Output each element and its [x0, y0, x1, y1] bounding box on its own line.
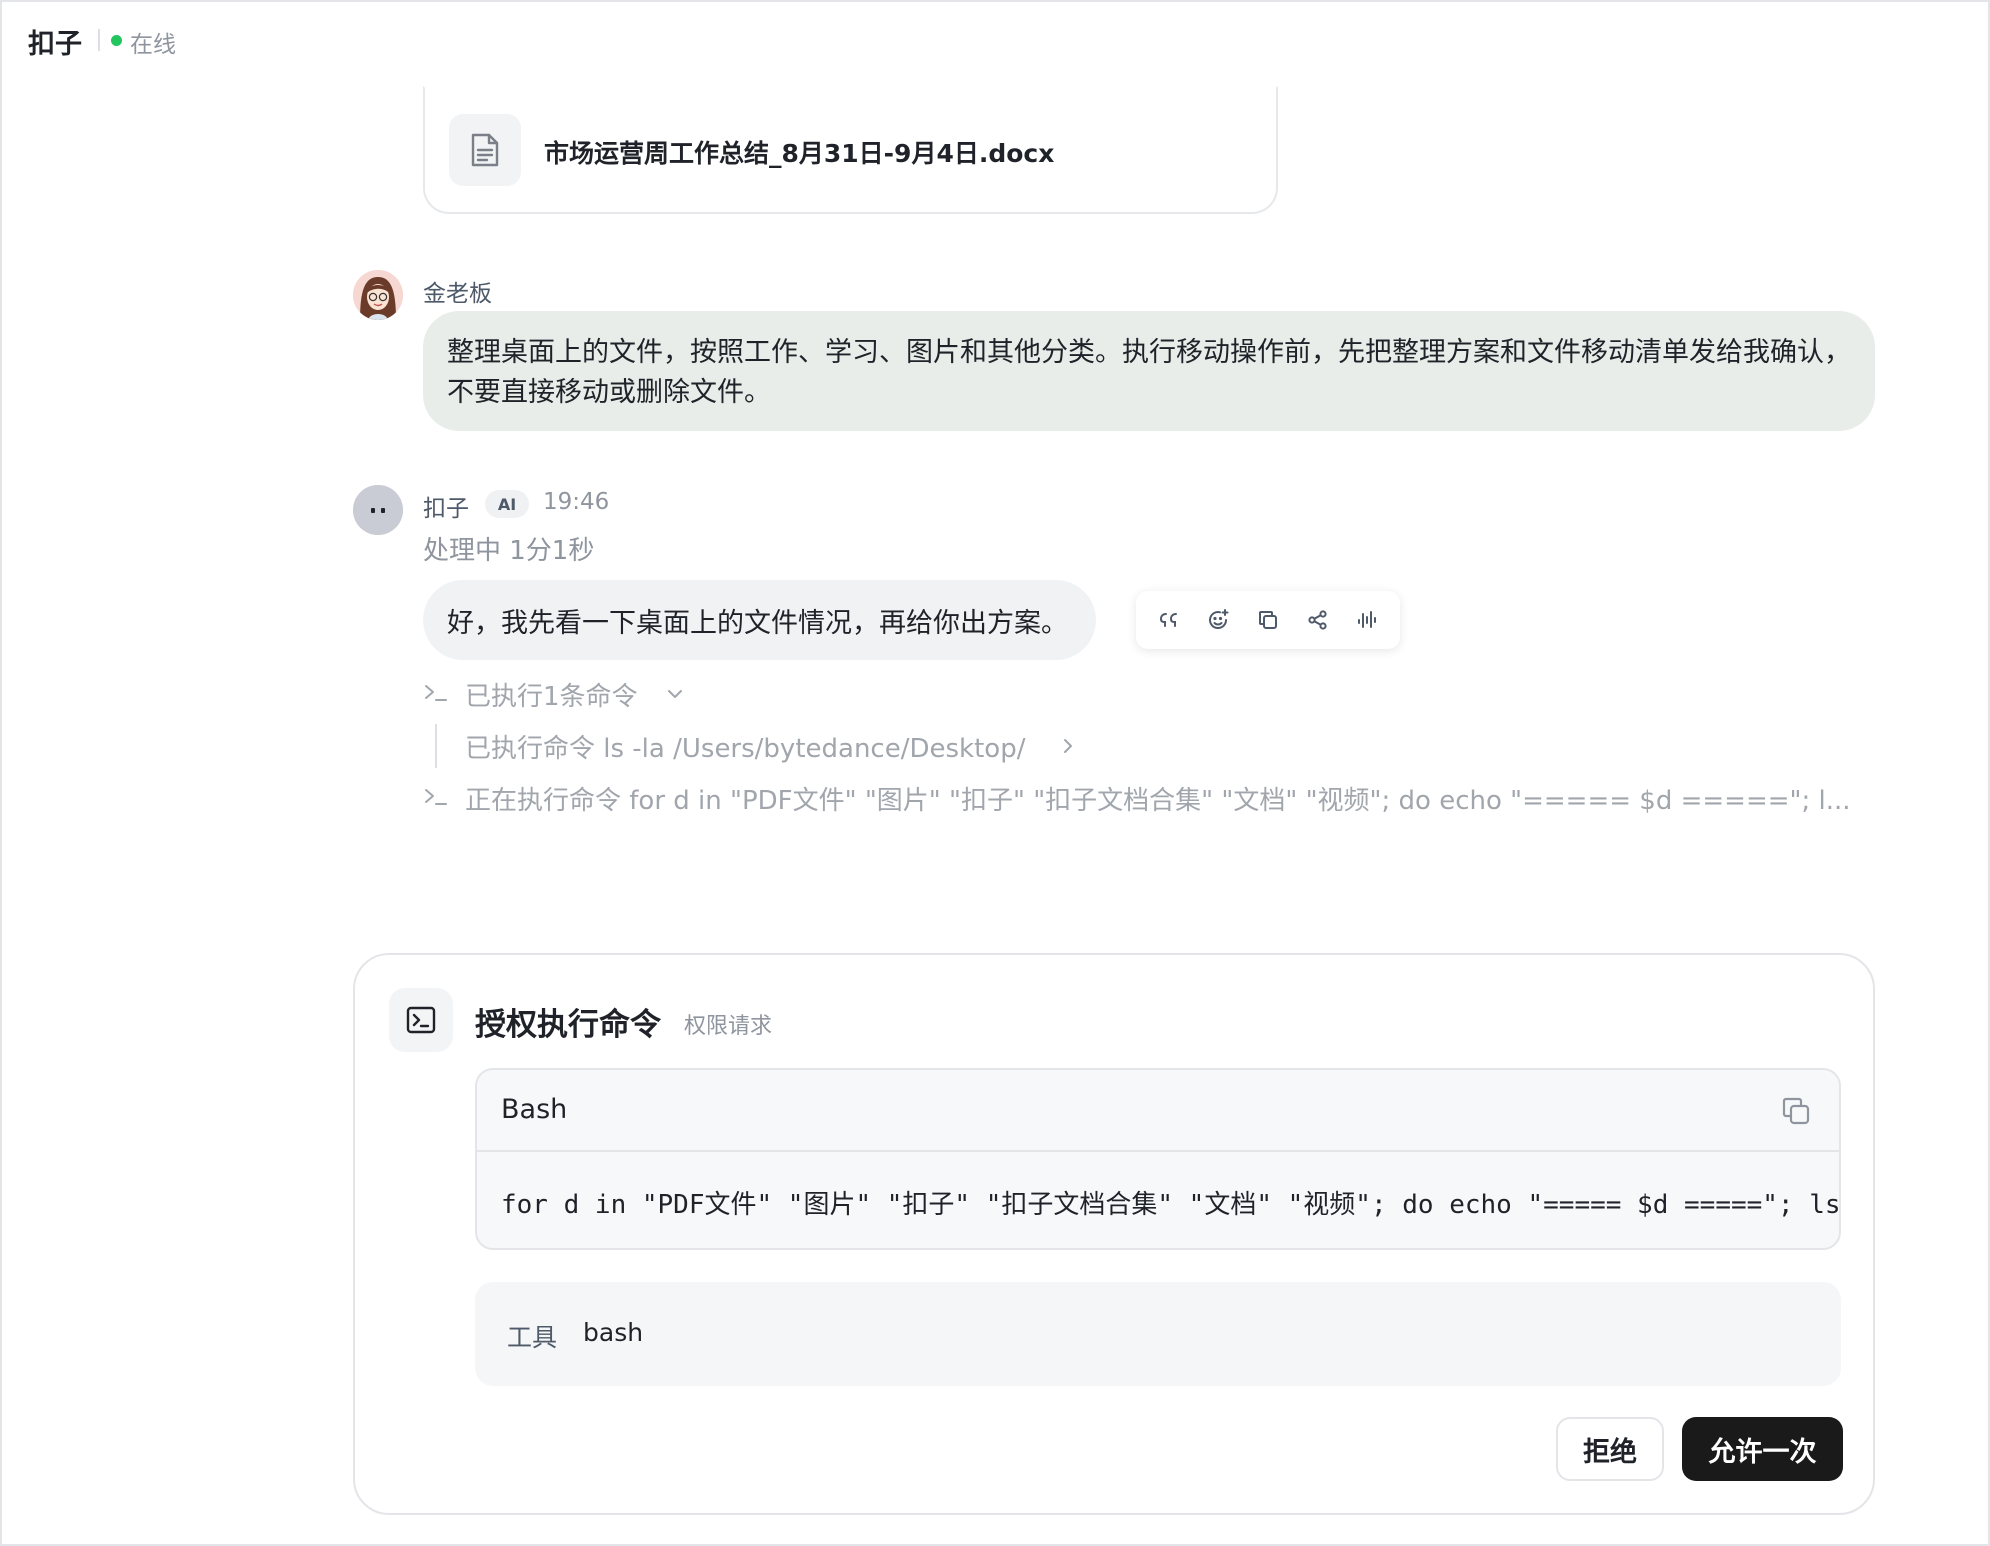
user-name: 金老板: [423, 281, 492, 307]
chevron-down-icon[interactable]: [664, 683, 686, 709]
file-name: 市场运营周工作总结_8月31日-9月4日.docx: [544, 139, 1055, 168]
reject-button[interactable]: 拒绝: [1556, 1417, 1664, 1481]
document-icon: [449, 114, 521, 186]
terminal-prompt-icon: [423, 680, 449, 706]
ai-badge: AI: [485, 490, 529, 518]
tool-value: bash: [583, 1318, 644, 1347]
terminal-icon: [389, 988, 453, 1052]
tool-label: 工具: [507, 1323, 558, 1352]
running-command-item: 正在执行命令 for d in "PDF文件" "图片" "扣子" "扣子文档合…: [465, 786, 1851, 816]
share-icon[interactable]: [1299, 601, 1337, 639]
emoji-reaction-icon[interactable]: [1199, 601, 1237, 639]
app-window: 扣子 在线 市场运营周工作总结_8月31日-9月4日.docx 金老板 整理桌面…: [0, 0, 1990, 1546]
bot-avatar: [353, 485, 403, 535]
permission-request-card: 授权执行命令 权限请求 Bash for d in "PDF文件" "图片" "…: [353, 953, 1875, 1515]
chat-title: 扣子: [28, 29, 82, 60]
processing-status: 处理中 1分1秒: [423, 536, 595, 566]
bot-name: 扣子: [423, 496, 469, 522]
quote-icon[interactable]: [1150, 601, 1188, 639]
code-block: Bash for d in "PDF文件" "图片" "扣子" "扣子文档合集"…: [475, 1068, 1841, 1250]
chevron-right-icon[interactable]: [1057, 735, 1079, 761]
permission-subtitle: 权限请求: [684, 1014, 773, 1039]
allow-once-button[interactable]: 允许一次: [1682, 1417, 1843, 1481]
tool-info-box: 工具 bash: [475, 1282, 1841, 1386]
code-language: Bash: [501, 1094, 568, 1125]
code-block-header: Bash: [477, 1070, 1839, 1152]
online-status-dot: [111, 35, 122, 46]
online-status-text: 在线: [130, 32, 176, 58]
message-timestamp: 19:46: [543, 489, 610, 515]
exec-summary-toggle[interactable]: 已执行1条命令: [465, 676, 638, 713]
executed-command-item[interactable]: 已执行命令 ls -la /Users/bytedance/Desktop/: [465, 728, 1025, 765]
bot-message-bubble: 好，我先看一下桌面上的文件情况，再给你出方案。: [423, 580, 1096, 660]
log-indent-bar: [435, 724, 437, 768]
copy-code-icon[interactable]: [1777, 1092, 1815, 1130]
terminal-prompt-icon: [423, 784, 449, 810]
user-message-bubble: 整理桌面上的文件，按照工作、学习、图片和其他分类。执行移动操作前，先把整理方案和…: [423, 311, 1875, 431]
user-avatar: [353, 270, 403, 320]
message-action-bar: [1136, 591, 1400, 649]
copy-icon[interactable]: [1249, 601, 1287, 639]
permission-title: 授权执行命令: [475, 1007, 661, 1043]
command-code: for d in "PDF文件" "图片" "扣子" "扣子文档合集" "文档"…: [501, 1190, 1841, 1220]
file-attachment-card[interactable]: 市场运营周工作总结_8月31日-9月4日.docx: [423, 86, 1278, 214]
voice-icon[interactable]: [1348, 601, 1386, 639]
header-divider: [98, 29, 100, 51]
